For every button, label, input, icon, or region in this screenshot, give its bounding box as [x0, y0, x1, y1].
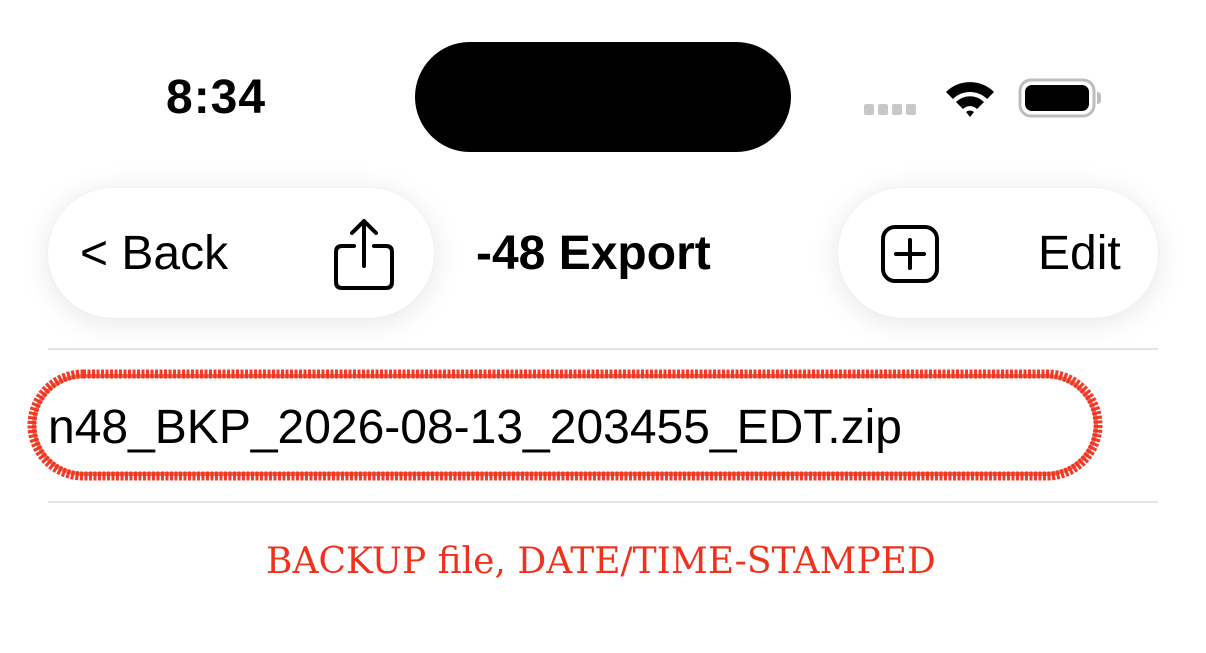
add-square-icon[interactable]: [880, 224, 940, 284]
battery-icon: [1018, 78, 1101, 118]
status-time: 8:34: [166, 71, 267, 124]
list-divider: [48, 501, 1158, 503]
list-divider: [48, 348, 1158, 350]
cellular-signal-icon: [864, 104, 916, 115]
wifi-icon: [946, 82, 994, 117]
page-title: -48 Export: [476, 227, 711, 280]
file-list-item[interactable]: n48_BKP_2026-08-13_203455_EDT.zip: [26, 368, 1104, 482]
dynamic-island: [415, 42, 791, 152]
nav-left-group: < Back: [48, 188, 434, 318]
share-icon[interactable]: [332, 218, 396, 292]
nav-right-group: Edit: [838, 188, 1158, 318]
edit-button[interactable]: Edit: [1038, 226, 1121, 282]
annotation-caption: BACKUP file, DATE/TIME-STAMPED: [266, 541, 936, 582]
back-button[interactable]: < Back: [80, 226, 228, 282]
file-name: n48_BKP_2026-08-13_203455_EDT.zip: [48, 401, 902, 454]
